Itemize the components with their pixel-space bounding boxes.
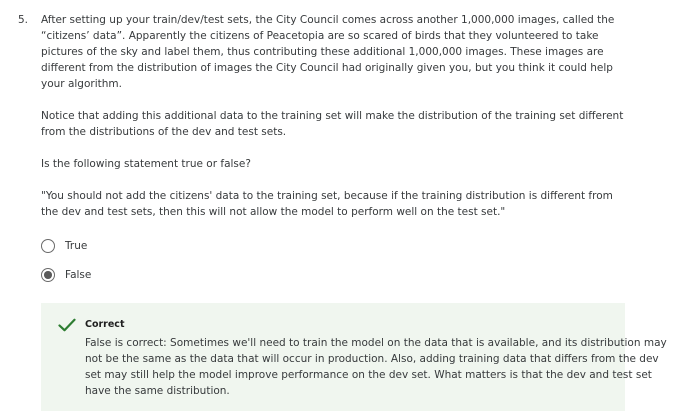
radio-button-checked[interactable] <box>41 268 55 282</box>
question-body: After setting up your train/dev/test set… <box>41 12 626 294</box>
question-paragraph-notice: Notice that adding this additional data … <box>41 110 624 138</box>
radio-button-unchecked[interactable] <box>41 239 55 253</box>
option-false[interactable]: False <box>41 265 626 285</box>
option-label-false: False <box>65 269 92 281</box>
question-prompt: Is the following statement true or false… <box>41 158 251 170</box>
feedback-status: Correct <box>85 319 125 330</box>
feedback-explanation: False is correct: Sometimes we'll need t… <box>85 337 667 397</box>
checkmark-icon <box>58 318 76 332</box>
feedback-box: Correct False is correct: Sometimes we'l… <box>41 303 667 411</box>
quiz-question: 5. After setting up your train/dev/test … <box>0 0 692 417</box>
option-true[interactable]: True <box>41 236 626 256</box>
question-statement: "You should not add the citizens' data t… <box>41 190 613 218</box>
question-paragraph-context: After setting up your train/dev/test set… <box>41 14 615 90</box>
answer-options: True False <box>41 236 626 285</box>
question-number: 5. <box>18 14 29 26</box>
option-label-true: True <box>65 240 88 252</box>
